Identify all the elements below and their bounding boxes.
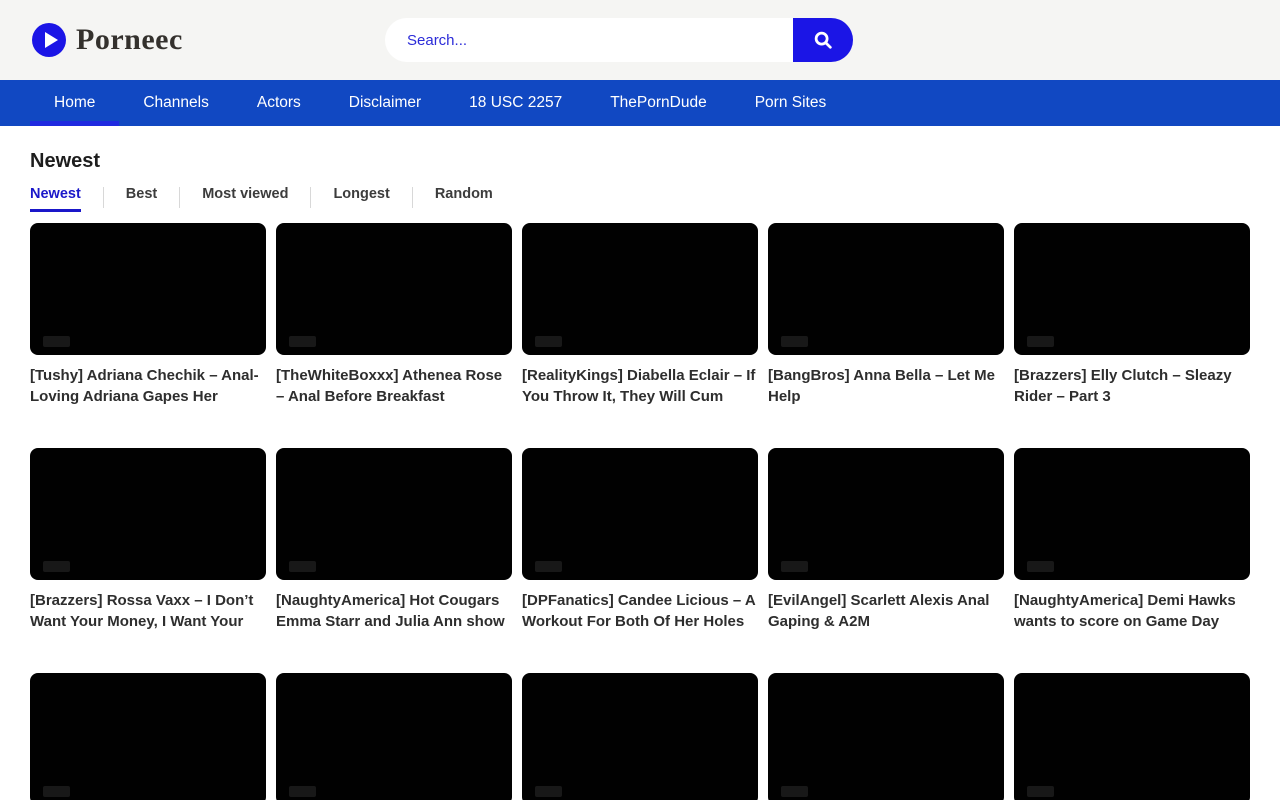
duration-badge xyxy=(781,336,808,347)
video-card[interactable] xyxy=(768,673,1004,800)
video-card[interactable]: [NaughtyAmerica] Hot Cougars Emma Starr … xyxy=(276,448,512,632)
play-icon xyxy=(32,23,66,57)
video-thumbnail[interactable] xyxy=(276,448,512,580)
tab-newest[interactable]: Newest xyxy=(30,186,81,212)
site-header: Porneec xyxy=(0,0,1280,80)
video-title[interactable]: [DPFanatics] Candee Licious – A Workout … xyxy=(522,590,758,632)
video-card[interactable]: [Brazzers] Elly Clutch – Sleazy Rider – … xyxy=(1014,223,1250,407)
duration-badge xyxy=(289,786,316,797)
video-thumbnail[interactable] xyxy=(768,448,1004,580)
tab-longest[interactable]: Longest xyxy=(333,186,389,209)
main-content: Newest Newest Best Most viewed Longest R… xyxy=(0,150,1280,800)
sort-tabs: Newest Best Most viewed Longest Random xyxy=(30,186,1250,212)
duration-badge xyxy=(781,561,808,572)
page-title: Newest xyxy=(30,150,1250,173)
video-card[interactable] xyxy=(522,673,758,800)
video-title[interactable]: [BangBros] Anna Bella – Let Me Help xyxy=(768,365,1004,407)
search-button[interactable] xyxy=(793,18,853,62)
video-thumbnail[interactable] xyxy=(1014,673,1250,800)
video-title[interactable]: [NaughtyAmerica] Hot Cougars Emma Starr … xyxy=(276,590,512,632)
video-thumbnail[interactable] xyxy=(768,223,1004,355)
duration-badge xyxy=(289,561,316,572)
video-title[interactable]: [RealityKings] Diabella Eclair – If You … xyxy=(522,365,758,407)
video-thumbnail[interactable] xyxy=(768,673,1004,800)
video-grid: [Tushy] Adriana Chechik – Anal-Loving Ad… xyxy=(30,223,1250,800)
video-thumbnail[interactable] xyxy=(276,673,512,800)
magnifier-icon xyxy=(812,29,834,51)
video-card[interactable]: [TheWhiteBoxxx] Athenea Rose – Anal Befo… xyxy=(276,223,512,407)
nav-item-channels[interactable]: Channels xyxy=(119,80,233,126)
duration-badge xyxy=(781,786,808,797)
nav-item-porn-sites[interactable]: Porn Sites xyxy=(731,80,851,126)
tab-divider xyxy=(103,187,104,208)
nav-item-actors[interactable]: Actors xyxy=(233,80,325,126)
video-card[interactable]: [DPFanatics] Candee Licious – A Workout … xyxy=(522,448,758,632)
video-thumbnail[interactable] xyxy=(276,223,512,355)
video-title[interactable]: [Brazzers] Rossa Vaxx – I Don’t Want You… xyxy=(30,590,266,632)
nav-item-home[interactable]: Home xyxy=(30,80,119,126)
video-title[interactable]: [Brazzers] Elly Clutch – Sleazy Rider – … xyxy=(1014,365,1250,407)
video-title[interactable]: [EvilAngel] Scarlett Alexis Anal Gaping … xyxy=(768,590,1004,632)
tab-divider xyxy=(179,187,180,208)
duration-badge xyxy=(43,561,70,572)
video-title[interactable]: [TheWhiteBoxxx] Athenea Rose – Anal Befo… xyxy=(276,365,512,407)
video-thumbnail[interactable] xyxy=(1014,223,1250,355)
duration-badge xyxy=(535,561,562,572)
video-card[interactable] xyxy=(276,673,512,800)
video-thumbnail[interactable] xyxy=(30,673,266,800)
tab-best[interactable]: Best xyxy=(126,186,157,209)
duration-badge xyxy=(289,336,316,347)
video-card[interactable]: [RealityKings] Diabella Eclair – If You … xyxy=(522,223,758,407)
nav-item-18-usc-2257[interactable]: 18 USC 2257 xyxy=(445,80,586,126)
nav-item-disclaimer[interactable]: Disclaimer xyxy=(325,80,445,126)
video-card[interactable]: [Tushy] Adriana Chechik – Anal-Loving Ad… xyxy=(30,223,266,407)
duration-badge xyxy=(1027,786,1054,797)
video-card[interactable] xyxy=(1014,673,1250,800)
video-card[interactable]: [EvilAngel] Scarlett Alexis Anal Gaping … xyxy=(768,448,1004,632)
duration-badge xyxy=(1027,336,1054,347)
video-thumbnail[interactable] xyxy=(522,448,758,580)
video-card[interactable] xyxy=(30,673,266,800)
video-thumbnail[interactable] xyxy=(1014,448,1250,580)
tab-divider xyxy=(412,187,413,208)
duration-badge xyxy=(43,786,70,797)
search-bar xyxy=(385,18,853,62)
video-card[interactable]: [NaughtyAmerica] Demi Hawks wants to sco… xyxy=(1014,448,1250,632)
duration-badge xyxy=(535,336,562,347)
video-thumbnail[interactable] xyxy=(522,223,758,355)
video-thumbnail[interactable] xyxy=(522,673,758,800)
nav-item-theporndude[interactable]: ThePornDude xyxy=(586,80,731,126)
tab-random[interactable]: Random xyxy=(435,186,493,209)
video-thumbnail[interactable] xyxy=(30,448,266,580)
duration-badge xyxy=(535,786,562,797)
duration-badge xyxy=(1027,561,1054,572)
tab-most-viewed[interactable]: Most viewed xyxy=(202,186,288,209)
tab-divider xyxy=(310,187,311,208)
brand-name: Porneec xyxy=(76,23,183,57)
video-card[interactable]: [BangBros] Anna Bella – Let Me Help xyxy=(768,223,1004,407)
duration-badge xyxy=(43,336,70,347)
main-nav: Home Channels Actors Disclaimer 18 USC 2… xyxy=(0,80,1280,126)
search-input[interactable] xyxy=(385,18,793,62)
video-card[interactable]: [Brazzers] Rossa Vaxx – I Don’t Want You… xyxy=(30,448,266,632)
video-thumbnail[interactable] xyxy=(30,223,266,355)
video-title[interactable]: [NaughtyAmerica] Demi Hawks wants to sco… xyxy=(1014,590,1250,632)
video-title[interactable]: [Tushy] Adriana Chechik – Anal-Loving Ad… xyxy=(30,365,266,407)
site-logo[interactable]: Porneec xyxy=(32,23,183,57)
